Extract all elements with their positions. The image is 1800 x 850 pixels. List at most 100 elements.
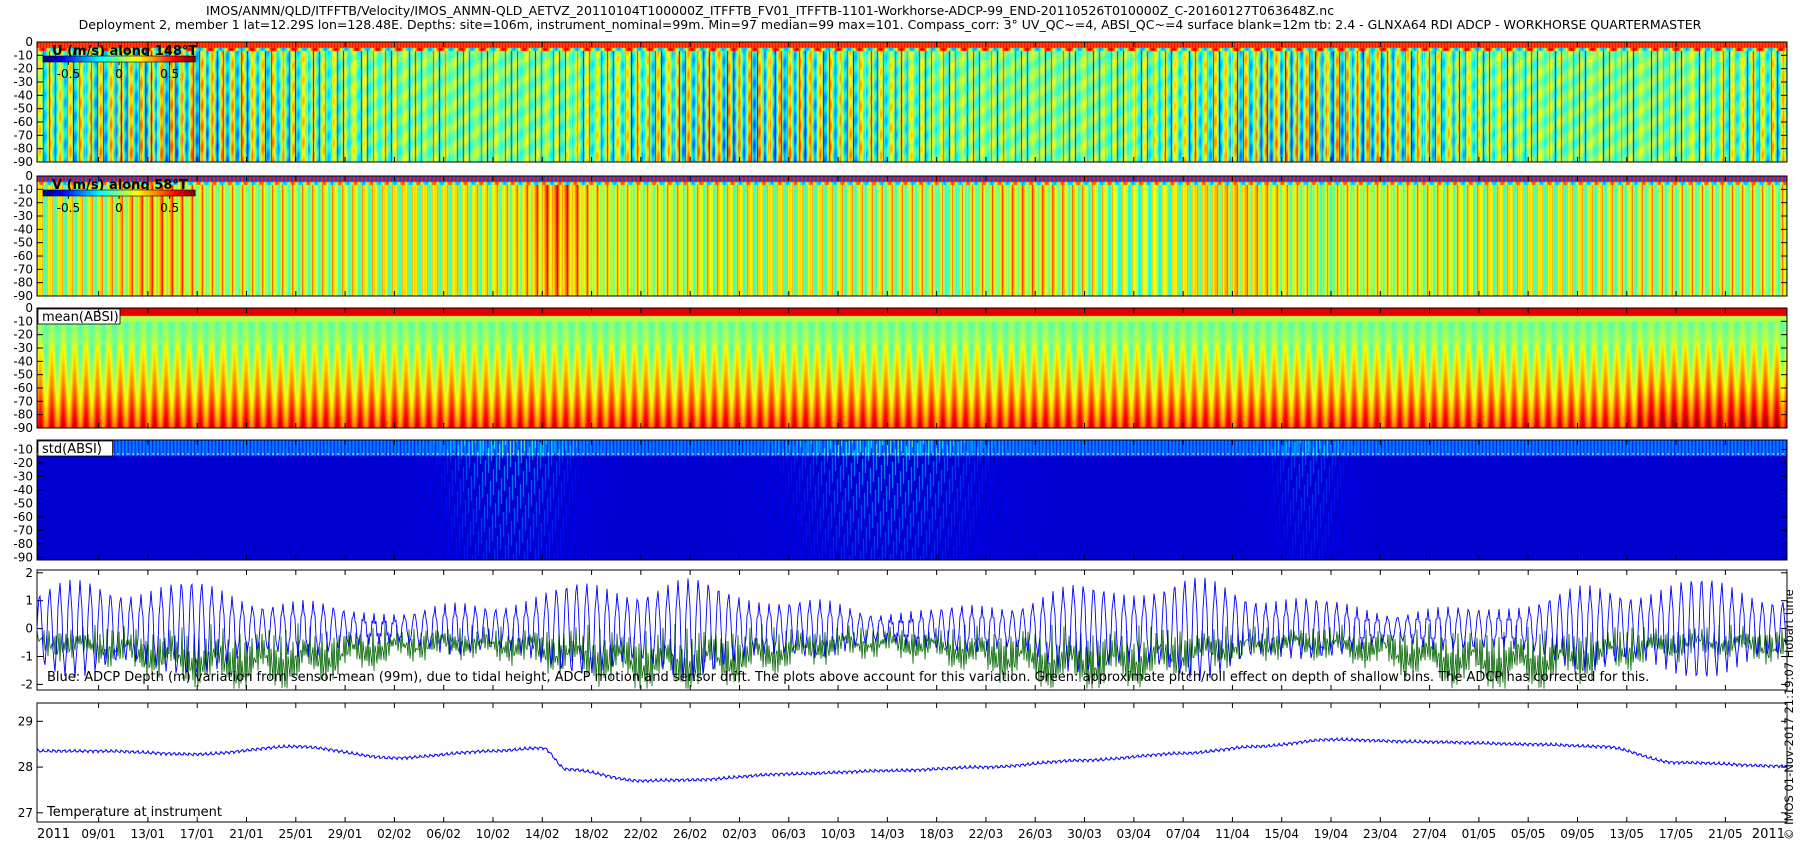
std-absi-label: std(ABSI)	[42, 442, 102, 457]
u-velocity-ytick-label: 0	[25, 35, 33, 49]
v-velocity-ytick-label: -60	[13, 249, 33, 263]
u-velocity-ytick-label: -80	[13, 142, 33, 156]
xtick-label: 29/01	[328, 827, 363, 841]
mean-absi-ytick-label: -30	[13, 341, 33, 355]
xtick-label: 18/03	[919, 827, 954, 841]
std-absi-ytick-label: -70	[13, 523, 33, 537]
v-velocity-ytick-label: -40	[13, 222, 33, 236]
xtick-label: 06/02	[426, 827, 461, 841]
v-velocity-ytick-label: -70	[13, 262, 33, 276]
v-velocity-ytick-label: -10	[13, 182, 33, 196]
xtick-label: 03/04	[1117, 827, 1152, 841]
v-velocity-heatmap	[37, 176, 1787, 296]
std-absi-ytick-label: -50	[13, 496, 33, 510]
xtick-label: 26/02	[673, 827, 708, 841]
xtick-label: 06/03	[771, 827, 806, 841]
mean-absi-ytick-label: -70	[13, 394, 33, 408]
v-velocity-colorbar-label: 0.5	[160, 201, 179, 215]
xtick-label: 26/03	[1018, 827, 1053, 841]
xtick-label: 21/05	[1708, 827, 1743, 841]
mean-absi-ytick-label: -10	[13, 314, 33, 328]
xtick-label: 19/04	[1314, 827, 1349, 841]
xtick-label: 14/02	[525, 827, 560, 841]
depth-variation-panel: 2 1 0 -1 -2 Blue: ADCP Depth (m) variation fr…	[21, 566, 1788, 691]
v-velocity-colorbar-label: -0.5	[57, 201, 80, 215]
temperature-line	[36, 736, 1788, 784]
xtick-label: 17/01	[180, 827, 215, 841]
xtick-label: 21/01	[229, 827, 264, 841]
xtick-label: 01/05	[1462, 827, 1497, 841]
mean-absi-panel: 0-10-20-30-40-50-60-70-80-90 mean(ABSI)	[13, 301, 1788, 435]
v-velocity-panel: 0-10-20-30-40-50-60-70-80-90V (m/s) alon…	[13, 169, 1788, 303]
xtick-label: 17/05	[1659, 827, 1694, 841]
xtick-label: 02/02	[377, 827, 412, 841]
xtick-label: 14/03	[870, 827, 905, 841]
depth-variation-ytick-label: -1	[21, 650, 33, 664]
depth-variation-ytick-label: 1	[25, 594, 33, 608]
year-end-label: 2011	[1752, 827, 1785, 842]
v-velocity-ytick-label: -50	[13, 236, 33, 250]
depth-variation-ytick-label: -2	[21, 677, 33, 691]
v-velocity-colorbar: -0.5 0 0.5	[42, 189, 196, 215]
mean-absi-ytick-label: 0	[25, 301, 33, 315]
u-velocity-ytick-label: -40	[13, 88, 33, 102]
figure: IMOS/ANMN/QLD/ITFFTB/Velocity/IMOS_ANMN-…	[13, 3, 1796, 842]
mean-absi-ytick-label: -20	[13, 328, 33, 342]
xtick-label: 09/05	[1560, 827, 1595, 841]
header-line-1: IMOS/ANMN/QLD/ITFFTB/Velocity/IMOS_ANMN-…	[206, 3, 1334, 18]
xtick-label: 30/03	[1067, 827, 1102, 841]
u-velocity-ytick-label: -30	[13, 75, 33, 89]
std-absi-ytick-label: -10	[13, 442, 33, 456]
temperature-frame	[36, 702, 1788, 823]
v-velocity-ytick-label: -30	[13, 209, 33, 223]
xtick-label: 27/04	[1412, 827, 1447, 841]
xtick-label: 10/02	[476, 827, 511, 841]
depth-annotation: Blue: ADCP Depth (m) variation from sens…	[47, 670, 1649, 685]
std-absi-ytick-label: -80	[13, 537, 33, 551]
xtick-label: 15/04	[1264, 827, 1299, 841]
u-velocity-panel: 0-10-20-30-40-50-60-70-80-90U (m/s) alon…	[13, 35, 1788, 169]
mean-absi-ytick-label: -60	[13, 381, 33, 395]
xtick-label: 07/04	[1166, 827, 1201, 841]
xtick-label: 23/04	[1363, 827, 1398, 841]
u-velocity-ytick-label: -20	[13, 62, 33, 76]
xtick-label: 09/01	[81, 827, 116, 841]
mean-absi-label: mean(ABSI)	[42, 310, 119, 325]
temperature-annotation: Temperature at instrument	[46, 805, 222, 820]
v-velocity-ytick-label: -80	[13, 276, 33, 290]
side-stamp: © IMOS 01-Nov-2017 21:19:07 Hobart time	[1782, 589, 1796, 840]
std-absi-panel: -10-20-30-40-50-60-70-80-90 std(ABSI)	[13, 439, 1788, 564]
xtick-label: 22/03	[969, 827, 1004, 841]
temperature-ytick-label: 29	[18, 714, 33, 728]
xtick-label: 22/02	[624, 827, 659, 841]
u-velocity-heatmap	[37, 42, 1787, 162]
v-velocity-ytick-label: -20	[13, 196, 33, 210]
xtick-label: 05/05	[1511, 827, 1546, 841]
u-velocity-ytick-label: -60	[13, 115, 33, 129]
u-velocity-colorbar-label: 0.5	[160, 67, 179, 81]
xtick-label: 11/04	[1215, 827, 1250, 841]
xtick-label: 13/05	[1609, 827, 1644, 841]
mean-absi-heatmap	[37, 308, 1787, 428]
u-velocity-ytick-label: -90	[13, 155, 33, 169]
depth-variation-ytick-label: 2	[25, 566, 33, 580]
u-velocity-colorbar-label: 0	[115, 67, 123, 81]
mean-absi-ytick-label: -40	[13, 354, 33, 368]
u-velocity-colorbar: -0.5 0 0.5	[42, 55, 196, 81]
std-absi-ytick-label: -60	[13, 510, 33, 524]
xtick-label: 18/02	[574, 827, 609, 841]
u-velocity-ytick-label: -70	[13, 128, 33, 142]
temperature-ytick-label: 28	[18, 760, 33, 774]
mean-absi-ytick-label: -50	[13, 368, 33, 382]
u-velocity-colorbar-label: -0.5	[57, 67, 80, 81]
header-line-2: Deployment 2, member 1 lat=12.29S lon=12…	[79, 17, 1702, 32]
mean-absi-ytick-label: -90	[13, 421, 33, 435]
year-start-label: 2011	[37, 827, 70, 842]
v-velocity-ytick-label: 0	[25, 169, 33, 183]
std-absi-ytick-label: -20	[13, 456, 33, 470]
mean-absi-ytick-label: -80	[13, 408, 33, 422]
v-velocity-colorbar-label: 0	[115, 201, 123, 215]
std-absi-ytick-label: -40	[13, 483, 33, 497]
std-absi-ytick-label: -90	[13, 550, 33, 564]
xtick-label: 10/03	[821, 827, 856, 841]
